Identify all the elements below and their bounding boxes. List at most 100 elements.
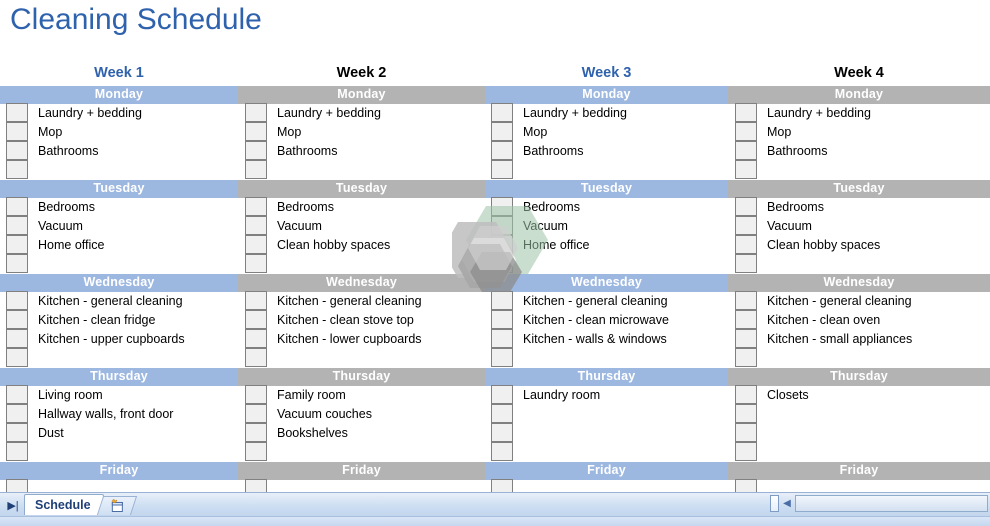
- task-checkbox[interactable]: [245, 291, 267, 310]
- task-checkbox[interactable]: [245, 479, 267, 492]
- task-checkbox[interactable]: [6, 291, 28, 310]
- task-checkbox[interactable]: [6, 479, 28, 492]
- task-checkbox[interactable]: [735, 348, 757, 367]
- task-row: Kitchen - walls & windows: [485, 329, 728, 349]
- task-checkbox[interactable]: [735, 404, 757, 423]
- task-checkbox[interactable]: [6, 404, 28, 423]
- task-checkbox[interactable]: [735, 197, 757, 216]
- task-checkbox[interactable]: [6, 103, 28, 122]
- task-checkbox[interactable]: [491, 423, 513, 442]
- task-checkbox[interactable]: [245, 404, 267, 423]
- task-checkbox[interactable]: [735, 103, 757, 122]
- task-checkbox[interactable]: [6, 197, 28, 216]
- task-checkbox[interactable]: [245, 310, 267, 329]
- task-label: [28, 255, 238, 274]
- insert-worksheet-tab[interactable]: [96, 496, 137, 515]
- task-label: [513, 424, 728, 443]
- task-checkbox[interactable]: [735, 479, 757, 492]
- task-checkbox[interactable]: [735, 329, 757, 348]
- task-label: Laundry + bedding: [523, 106, 627, 120]
- task-checkbox[interactable]: [6, 423, 28, 442]
- horizontal-scrollbar[interactable]: ◀: [770, 494, 988, 513]
- scroll-trough[interactable]: [795, 495, 988, 512]
- task-checkbox[interactable]: [491, 141, 513, 160]
- task-checkbox[interactable]: [6, 329, 28, 348]
- task-row: Kitchen - small appliances: [728, 329, 990, 349]
- task-checkbox[interactable]: [6, 254, 28, 273]
- week-body: Monday Laundry + bedding Mop Bathrooms Tuesd…: [238, 86, 485, 492]
- task-checkbox[interactable]: [491, 310, 513, 329]
- scroll-split-handle[interactable]: [770, 495, 779, 512]
- task-row: [238, 254, 485, 274]
- task-label: Mop: [767, 125, 792, 139]
- task-row: Home office: [485, 235, 728, 255]
- task-checkbox[interactable]: [245, 103, 267, 122]
- task-checkbox[interactable]: [735, 216, 757, 235]
- task-checkbox[interactable]: [245, 329, 267, 348]
- task-checkbox[interactable]: [245, 141, 267, 160]
- task-checkbox[interactable]: [6, 348, 28, 367]
- task-checkbox[interactable]: [491, 235, 513, 254]
- task-checkbox[interactable]: [245, 197, 267, 216]
- task-checkbox[interactable]: [491, 479, 513, 492]
- week-body: Monday Laundry + bedding Mop Bathrooms Tuesd…: [728, 86, 990, 492]
- task-checkbox[interactable]: [735, 385, 757, 404]
- week-body: Monday Laundry + bedding Mop Bathrooms Tuesd…: [0, 86, 238, 492]
- workbook-bottom-bar: ▶| Schedule ◀: [0, 492, 990, 526]
- sheet-tab-schedule[interactable]: Schedule: [24, 494, 104, 515]
- task-row: Kitchen - lower cupboards: [238, 329, 485, 349]
- task-checkbox[interactable]: [245, 254, 267, 273]
- task-checkbox[interactable]: [735, 423, 757, 442]
- task-checkbox[interactable]: [491, 160, 513, 179]
- task-checkbox[interactable]: [735, 254, 757, 273]
- task-label: [757, 255, 990, 274]
- task-checkbox[interactable]: [6, 235, 28, 254]
- task-label: Bedrooms: [277, 200, 334, 214]
- task-checkbox[interactable]: [735, 442, 757, 461]
- task-checkbox[interactable]: [245, 442, 267, 461]
- task-row: Mop: [485, 122, 728, 142]
- task-checkbox[interactable]: [491, 103, 513, 122]
- task-label: Mop: [38, 125, 63, 139]
- task-checkbox[interactable]: [6, 385, 28, 404]
- task-checkbox[interactable]: [491, 329, 513, 348]
- task-checkbox[interactable]: [6, 216, 28, 235]
- task-checkbox[interactable]: [6, 122, 28, 141]
- task-label: Bookshelves: [277, 426, 348, 440]
- task-checkbox[interactable]: [245, 235, 267, 254]
- last-sheet-nav-icon[interactable]: ▶|: [2, 495, 24, 515]
- task-checkbox[interactable]: [6, 442, 28, 461]
- task-row: [728, 423, 990, 443]
- task-checkbox[interactable]: [491, 442, 513, 461]
- task-checkbox[interactable]: [245, 160, 267, 179]
- task-checkbox[interactable]: [491, 385, 513, 404]
- task-checkbox[interactable]: [245, 385, 267, 404]
- task-checkbox[interactable]: [491, 254, 513, 273]
- task-checkbox[interactable]: [735, 310, 757, 329]
- day-block: Tuesday Bedrooms Vacuum Clean hobby spaces: [238, 180, 485, 274]
- task-checkbox[interactable]: [245, 216, 267, 235]
- task-checkbox[interactable]: [245, 122, 267, 141]
- task-row: [728, 404, 990, 424]
- task-row: Bathrooms: [485, 141, 728, 161]
- task-checkbox[interactable]: [491, 216, 513, 235]
- task-checkbox[interactable]: [735, 291, 757, 310]
- task-checkbox[interactable]: [6, 310, 28, 329]
- task-checkbox[interactable]: [735, 235, 757, 254]
- task-checkbox[interactable]: [735, 141, 757, 160]
- task-checkbox[interactable]: [491, 291, 513, 310]
- task-checkbox[interactable]: [735, 122, 757, 141]
- task-label: Kitchen - walls & windows: [523, 332, 667, 346]
- task-checkbox[interactable]: [735, 160, 757, 179]
- scroll-left-arrow-icon[interactable]: ◀: [779, 495, 795, 512]
- task-row: [728, 348, 990, 368]
- task-checkbox[interactable]: [6, 160, 28, 179]
- task-checkbox[interactable]: [491, 348, 513, 367]
- task-row: Laundry + bedding: [238, 103, 485, 123]
- task-checkbox[interactable]: [491, 197, 513, 216]
- task-checkbox[interactable]: [491, 404, 513, 423]
- task-checkbox[interactable]: [245, 348, 267, 367]
- task-checkbox[interactable]: [491, 122, 513, 141]
- task-checkbox[interactable]: [6, 141, 28, 160]
- task-checkbox[interactable]: [245, 423, 267, 442]
